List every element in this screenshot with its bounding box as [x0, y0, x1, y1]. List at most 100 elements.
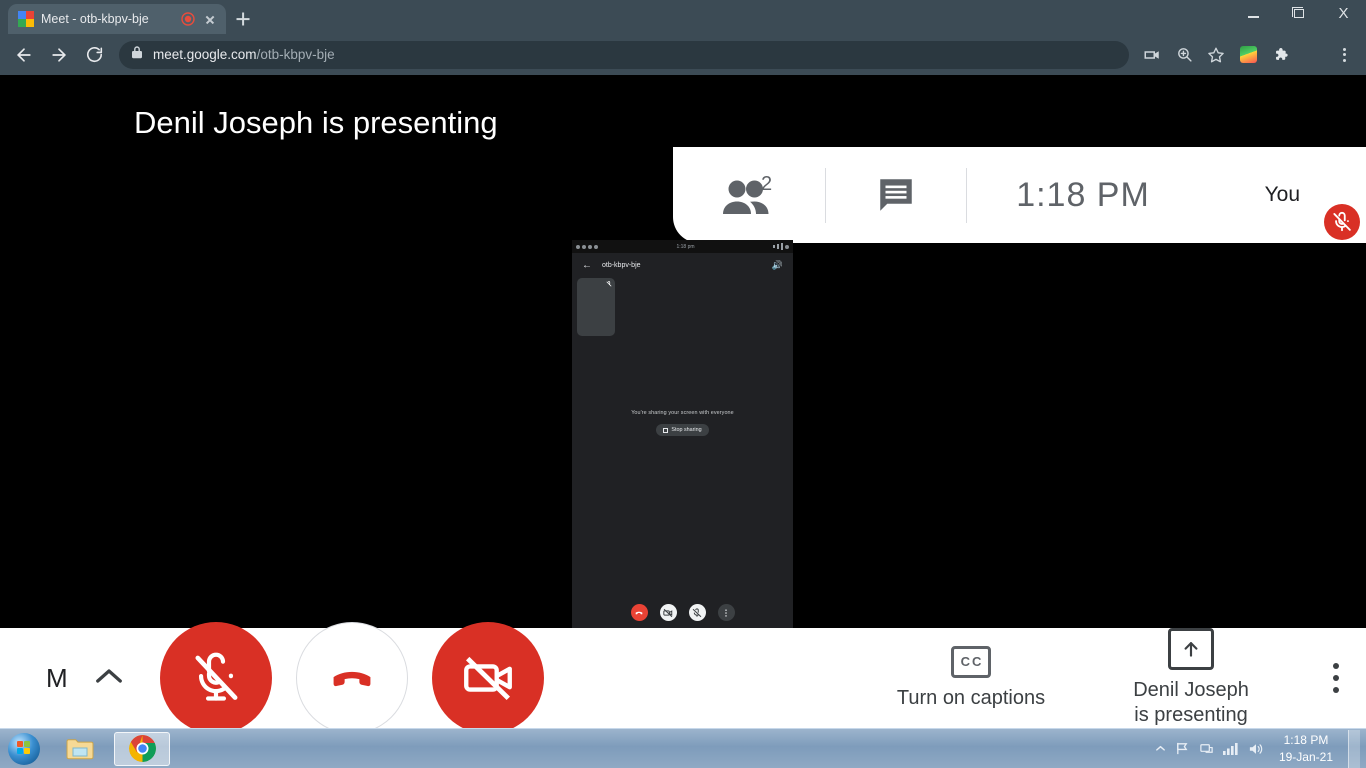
url-path: /otb-kbpv-bje: [256, 47, 335, 62]
close-window-button[interactable]: X: [1321, 0, 1366, 26]
zoom-icon[interactable]: [1170, 41, 1198, 69]
shared-hangup-button[interactable]: [630, 604, 648, 621]
meet-control-bar: M C C Turn on captions Denil Joseph is p…: [0, 622, 1366, 728]
camera-off-icon: [663, 608, 673, 617]
google-meet-page: Denil Joseph is presenting 2 1:18 PM You…: [0, 75, 1366, 728]
url-text: meet.google.com/otb-kbpv-bje: [153, 47, 335, 62]
camera-toggle-button[interactable]: [432, 622, 544, 728]
speaker-icon[interactable]: 🔊: [772, 260, 783, 271]
toolbar-icons: [1138, 41, 1358, 69]
tab-recording-dot-icon[interactable]: [181, 12, 195, 26]
captions-button[interactable]: CC Turn on captions: [866, 645, 1076, 711]
phone-status-time: 1:18 pm: [676, 243, 695, 250]
secondary-controls: CC Turn on captions Denil Joseph is pres…: [866, 628, 1366, 728]
network-icon[interactable]: [1199, 741, 1214, 756]
chrome-icon: [128, 735, 156, 762]
cast-icon[interactable]: [1138, 41, 1166, 69]
folder-icon: [66, 737, 94, 760]
shared-back-icon[interactable]: ←: [582, 260, 592, 271]
window-controls: X: [1231, 0, 1366, 26]
profile-avatar[interactable]: [1298, 41, 1326, 69]
minimize-button[interactable]: [1231, 0, 1276, 26]
phone-hangup-icon: [635, 611, 643, 614]
browser-tab[interactable]: Meet - otb-kbpv-bje: [8, 4, 226, 34]
address-bar[interactable]: meet.google.com/otb-kbpv-bje: [119, 40, 1129, 69]
url-domain: meet.google.com: [153, 47, 257, 62]
self-label: You: [1264, 183, 1300, 206]
taskbar-clock[interactable]: 1:18 PM 19-Jan-21: [1273, 732, 1339, 764]
chrome-menu-kebab[interactable]: [1330, 41, 1358, 69]
shared-more-options-button[interactable]: [717, 604, 735, 621]
tile-mic-off-icon: [606, 281, 612, 287]
windows-logo-icon: [16, 741, 32, 756]
stop-sharing-label: Stop sharing: [671, 427, 702, 433]
presenting-text: Denil Joseph is presenting: [134, 105, 498, 140]
sharing-message: You're sharing your screen with everyone: [631, 410, 734, 416]
tab-title: Meet - otb-kbpv-bje: [41, 12, 149, 26]
tabstrip: Meet - otb-kbpv-bje: [0, 0, 260, 34]
new-tab-button[interactable]: [226, 4, 260, 34]
phone-hangup-icon: [333, 671, 371, 687]
reload-icon[interactable]: [78, 39, 110, 71]
more-options-button[interactable]: [1306, 663, 1366, 693]
meeting-details-group: M: [0, 663, 150, 694]
shared-controls: [572, 604, 793, 621]
presenter-avatar: [48, 91, 112, 155]
present-button[interactable]: Denil Joseph is presenting: [1076, 628, 1306, 728]
idm-extension-icon[interactable]: [1234, 41, 1262, 69]
shared-camera-off-button[interactable]: [659, 604, 677, 621]
extensions-puzzle-icon[interactable]: [1266, 41, 1294, 69]
people-button[interactable]: 2: [673, 147, 825, 243]
stop-sharing-button[interactable]: Stop sharing: [656, 424, 709, 436]
presenting-banner: Denil Joseph is presenting: [0, 75, 498, 171]
forward-arrow-icon[interactable]: [43, 39, 75, 71]
present-up-arrow-icon: [1168, 628, 1214, 670]
mic-toggle-button[interactable]: [160, 622, 272, 728]
primary-call-controls: [150, 622, 866, 728]
show-desktop-button[interactable]: [1348, 729, 1360, 768]
taskbar-item-file-explorer[interactable]: [52, 732, 108, 766]
lock-icon: [131, 45, 143, 64]
present-label: Denil Joseph is presenting: [1133, 678, 1249, 728]
kebab-icon: [725, 608, 727, 617]
taskbar-item-google-chrome[interactable]: [114, 731, 170, 766]
shared-topbar: ← otb-kbpv-bje 🔊: [572, 253, 793, 277]
system-tray: 1:18 PM 19-Jan-21: [1155, 729, 1366, 768]
header-actions: 2 1:18 PM: [673, 147, 1199, 243]
chevron-up-icon[interactable]: [94, 666, 124, 691]
clock-date: 19-Jan-21: [1278, 749, 1333, 764]
cc-icon: CC: [951, 645, 991, 678]
camera-off-icon: [464, 656, 512, 701]
chrome-browser-window: Meet - otb-kbpv-bje X meet.google.com/ot…: [0, 0, 1366, 728]
participant-avatar: [587, 298, 605, 316]
meeting-time: 1:18 PM: [1016, 175, 1150, 214]
shared-participant-tile: [577, 278, 615, 336]
back-arrow-icon[interactable]: [8, 39, 40, 71]
browser-toolbar: meet.google.com/otb-kbpv-bje: [0, 34, 1366, 75]
volume-icon[interactable]: [1248, 742, 1264, 756]
show-hidden-icons-button[interactable]: [1155, 744, 1166, 753]
android-status-bar: 1:18 pm: [572, 240, 793, 253]
meeting-details-label[interactable]: M: [46, 663, 68, 694]
shared-screen-content: 1:18 pm ← otb-kbpv-bje 🔊 You're sharing …: [572, 240, 793, 630]
shared-mic-off-button[interactable]: [688, 604, 706, 621]
action-center-flag-icon[interactable]: [1175, 741, 1190, 756]
windows-taskbar: 1:18 PM 19-Jan-21: [0, 728, 1366, 768]
present-label-line2: is presenting: [1134, 704, 1248, 726]
sharing-status: You're sharing your screen with everyone…: [572, 410, 793, 438]
bookmark-star-icon[interactable]: [1202, 41, 1230, 69]
browser-titlebar: Meet - otb-kbpv-bje X: [0, 0, 1366, 34]
status-right-icons: [772, 243, 789, 250]
mic-off-icon: [195, 652, 238, 701]
signal-bars-icon[interactable]: [1222, 742, 1239, 755]
windows-start-orb[interactable]: [2, 732, 46, 766]
present-label-line1: Denil Joseph: [1133, 679, 1249, 701]
tab-close-icon[interactable]: [202, 11, 218, 27]
self-mic-off-badge: [1324, 204, 1360, 240]
status-left-icons: [576, 244, 598, 249]
mic-off-icon: [692, 607, 702, 617]
chat-button[interactable]: [826, 147, 966, 243]
hangup-button[interactable]: [296, 622, 408, 728]
restore-button[interactable]: [1276, 0, 1321, 26]
clock-time: 1:18 PM: [1283, 733, 1329, 748]
